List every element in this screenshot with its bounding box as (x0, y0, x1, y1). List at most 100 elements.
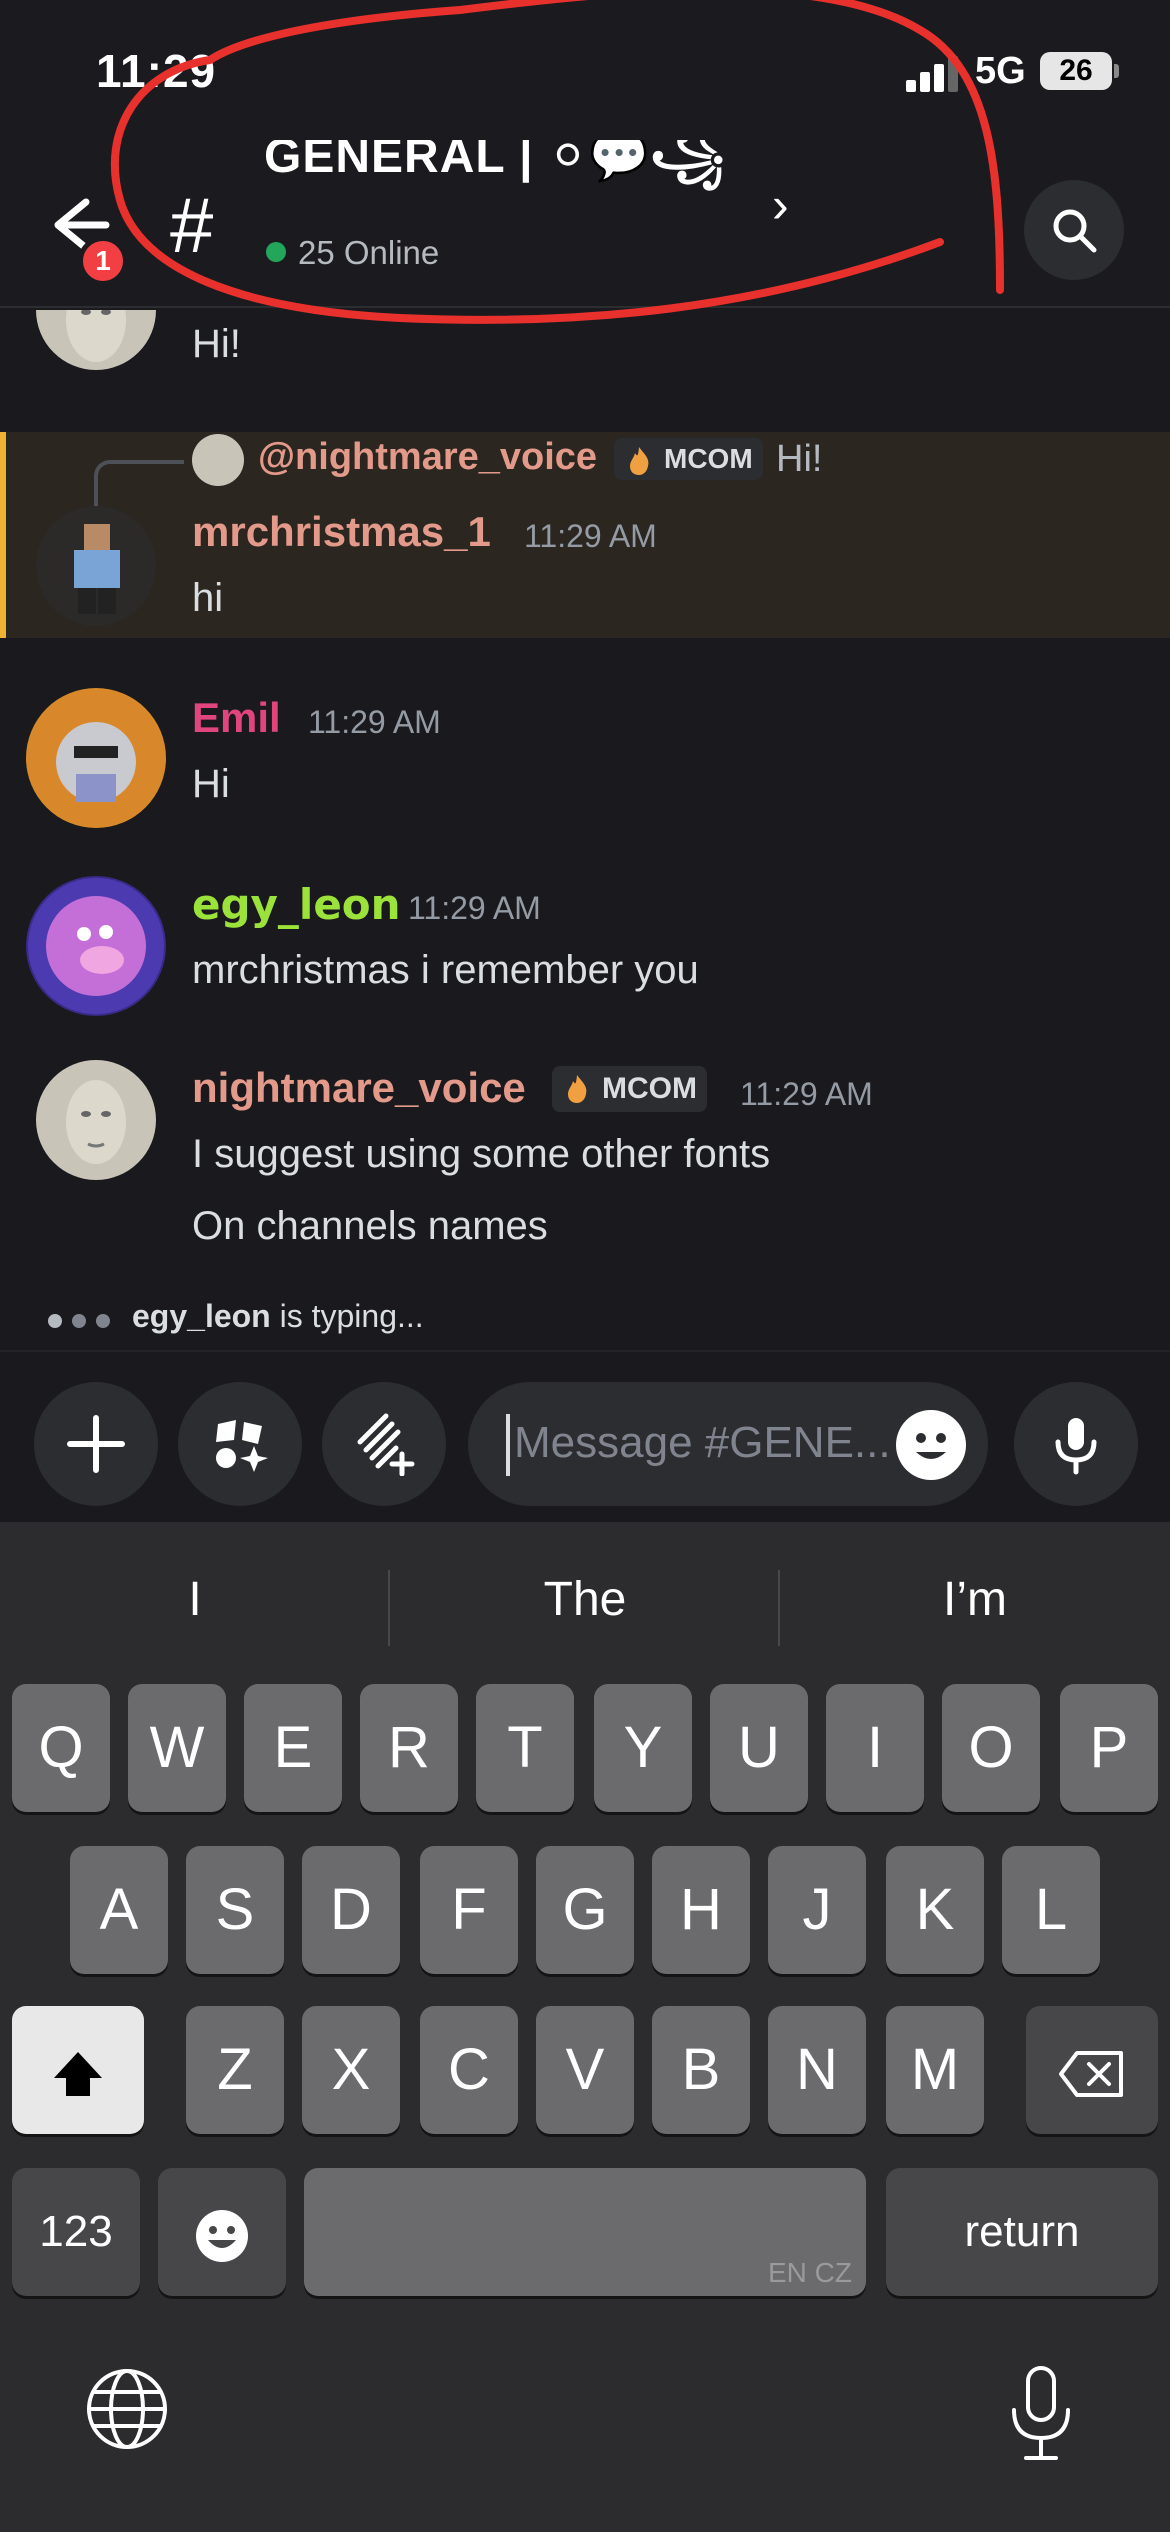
emoji-button[interactable] (896, 1410, 966, 1480)
key[interactable]: C (420, 2006, 518, 2134)
mic-icon (1055, 1418, 1097, 1475)
key[interactable]: D (302, 1846, 400, 1974)
key[interactable]: W (128, 1684, 226, 1812)
avatar[interactable] (26, 688, 166, 828)
gift-button[interactable] (322, 1382, 446, 1506)
plus-icon (67, 1415, 125, 1473)
message-composer: Message #GENE... (0, 1350, 1170, 1522)
channel-title[interactable]: GENERAL | ⚪💬꧁ (264, 140, 726, 200)
key[interactable]: R (360, 1684, 458, 1812)
key[interactable]: Y (594, 1684, 692, 1812)
emoji-key[interactable] (158, 2168, 286, 2296)
emoji-icon (916, 1433, 946, 1459)
fire-icon (630, 447, 649, 475)
message-text: Hi (192, 762, 230, 806)
typing-suffix: is typing... (270, 1298, 424, 1334)
timestamp: 11:29 AM (524, 518, 657, 554)
avatar[interactable] (36, 310, 156, 370)
timestamp: 11:29 AM (408, 890, 541, 926)
status-time: 11:29 (96, 45, 217, 97)
message-text: hi (192, 576, 224, 620)
avatar[interactable] (36, 1060, 156, 1180)
battery-tip (1114, 64, 1119, 78)
suggestion[interactable]: I’m (780, 1572, 1170, 1627)
key[interactable]: U (710, 1684, 808, 1812)
key[interactable]: V (536, 2006, 634, 2134)
reply-tag-label: MCOM (664, 443, 753, 474)
key[interactable]: P (1060, 1684, 1158, 1812)
key[interactable]: L (1002, 1846, 1100, 1974)
typing-indicator: egy_leon is typing... (132, 1298, 424, 1335)
network-label: 5G (975, 50, 1026, 92)
shift-key[interactable] (12, 2006, 144, 2134)
gift-icon (357, 1413, 415, 1476)
key[interactable]: E (244, 1684, 342, 1812)
timestamp: 11:29 AM (740, 1076, 873, 1112)
return-key[interactable]: return (886, 2168, 1158, 2296)
key[interactable]: O (942, 1684, 1040, 1812)
key[interactable]: B (652, 2006, 750, 2134)
typing-dot (96, 1314, 110, 1328)
channel-title-text: GENERAL | ⚪💬꧁ (264, 140, 726, 183)
key[interactable]: I (826, 1684, 924, 1812)
username[interactable]: nightmare_voice (192, 1064, 526, 1112)
space-key[interactable]: EN CZ (304, 2168, 866, 2296)
suggestion[interactable]: The (390, 1572, 780, 1627)
key[interactable]: Z (186, 2006, 284, 2134)
channel-header: 1 # GENERAL | ⚪💬꧁ › 25 Online (0, 140, 1170, 308)
hash-icon: # (170, 181, 214, 269)
online-status-icon (266, 242, 286, 262)
voice-message-button[interactable] (1014, 1382, 1138, 1506)
username[interactable]: mrchristmas_1 (192, 508, 491, 556)
avatar[interactable] (26, 876, 166, 1016)
reply-username[interactable]: @nightmare_voice (258, 436, 597, 479)
emoji-icon (196, 2209, 248, 2262)
key[interactable]: A (70, 1846, 168, 1974)
fire-icon (568, 1075, 587, 1103)
message-text: Hi! (192, 322, 241, 366)
shift-icon (54, 2051, 102, 2096)
avatar[interactable] (36, 506, 156, 626)
search-button[interactable] (1024, 180, 1124, 280)
suggestion[interactable]: I (0, 1572, 390, 1627)
attach-button[interactable] (34, 1382, 158, 1506)
message-list[interactable]: Hi! @nightmare_voice MCOM Hi! mrchristma… (0, 310, 1170, 1350)
predictive-bar: I The I’m (0, 1522, 1170, 1678)
reply-tag: MCOM (614, 438, 763, 480)
backspace-icon (1059, 2050, 1123, 2097)
key[interactable]: J (768, 1846, 866, 1974)
username[interactable]: egy_leon (192, 880, 401, 929)
message-text: On channels names (192, 1204, 548, 1248)
globe-icon[interactable] (82, 2364, 172, 2454)
typing-user: egy_leon (132, 1298, 271, 1334)
role-tag: MCOM (552, 1066, 707, 1112)
typing-dot (48, 1314, 62, 1328)
reply-avatar (192, 434, 244, 486)
key[interactable]: S (186, 1846, 284, 1974)
mention-highlight-bar (0, 432, 6, 638)
username[interactable]: Emil (192, 694, 281, 742)
key[interactable]: N (768, 2006, 866, 2134)
dictation-icon[interactable] (1006, 2364, 1076, 2464)
reply-text: Hi! (776, 438, 823, 480)
backspace-key[interactable] (1026, 2006, 1158, 2134)
apps-button[interactable] (178, 1382, 302, 1506)
search-icon (1053, 209, 1097, 253)
message-input[interactable]: Message #GENE... (468, 1382, 988, 1506)
key[interactable]: K (886, 1846, 984, 1974)
key[interactable]: G (536, 1846, 634, 1974)
status-bar: 11:29 5G 26 (0, 0, 1170, 140)
key[interactable]: F (420, 1846, 518, 1974)
typing-dot (72, 1314, 86, 1328)
key[interactable]: T (476, 1684, 574, 1812)
key[interactable]: X (302, 2006, 400, 2134)
key[interactable]: M (886, 2006, 984, 2134)
timestamp: 11:29 AM (308, 704, 441, 740)
battery-icon: 26 (1040, 52, 1112, 90)
message-text: I suggest using some other fonts (192, 1132, 771, 1176)
numbers-key[interactable]: 123 (12, 2168, 140, 2296)
key[interactable]: Q (12, 1684, 110, 1812)
chevron-right-icon[interactable]: › (772, 176, 789, 234)
keyboard: I The I’m Q W E R T Y U I O P A S D F G … (0, 1522, 1170, 2532)
key[interactable]: H (652, 1846, 750, 1974)
